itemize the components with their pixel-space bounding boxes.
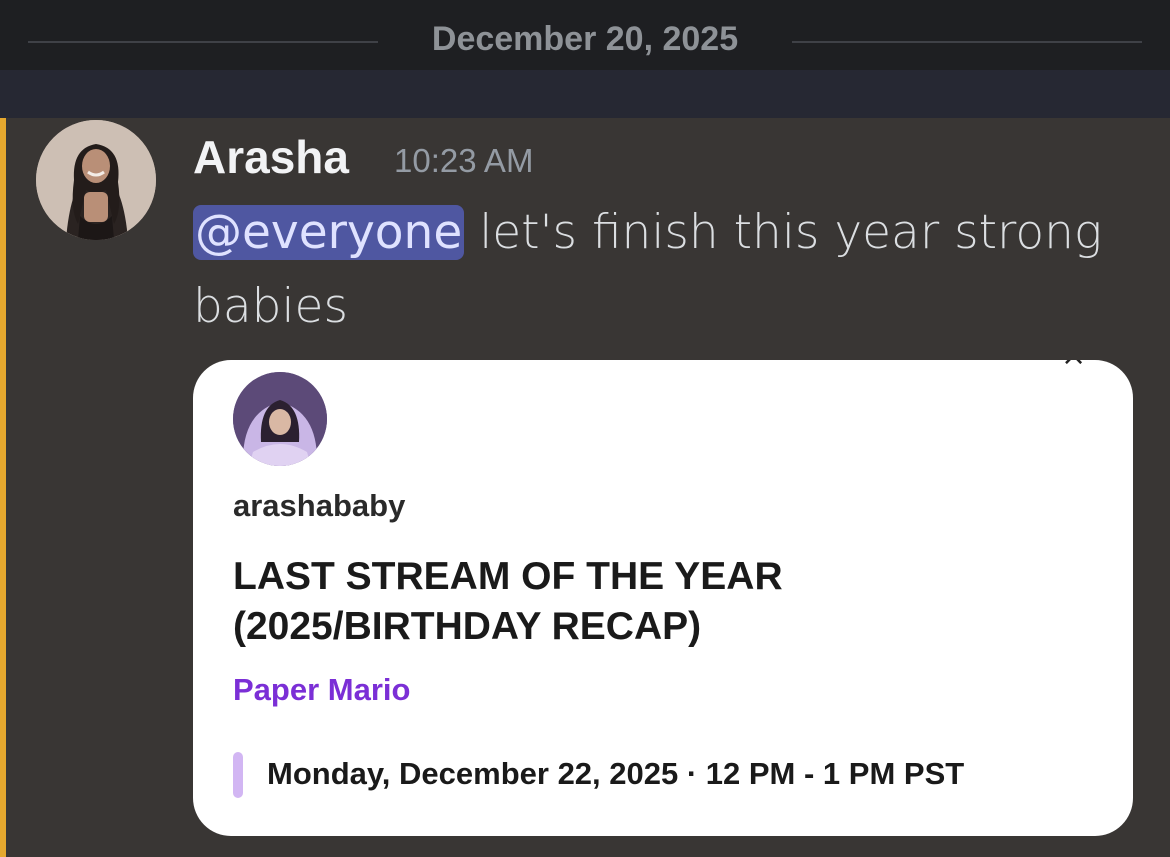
channel-avatar-icon[interactable] (233, 372, 327, 466)
user-avatar-image (36, 120, 156, 240)
message-author[interactable]: Arasha (193, 130, 349, 184)
stream-title: LAST STREAM OF THE YEAR (2025/BIRTHDAY R… (233, 555, 783, 648)
user-avatar-icon[interactable] (36, 120, 156, 240)
stream-schedule: Monday, December 22, 2025 · 12 PM - 1 PM… (267, 756, 965, 791)
everyone-mention[interactable]: @everyone (193, 205, 465, 260)
channel-name[interactable]: arashababy (233, 488, 405, 524)
message-timestamp: 10:23 AM (394, 142, 534, 179)
date-divider: December 20, 2025 (0, 0, 1170, 70)
message-content: @everyone let's finish this year strong … (193, 196, 1143, 344)
date-divider-label: December 20, 2025 (413, 20, 757, 58)
game-link[interactable]: Paper Mario (233, 672, 410, 708)
chat-message[interactable]: Arasha 10:23 AM @everyone let's finish t… (0, 118, 1170, 857)
date-divider-label-wrap: December 20, 2025 (0, 20, 1170, 59)
divider-band (0, 70, 1170, 118)
close-icon[interactable]: × (1061, 360, 1091, 371)
channel-avatar-image (233, 372, 327, 466)
mention-highlight-bar (0, 118, 6, 857)
schedule-accent-bar (233, 752, 243, 798)
stream-event-embed[interactable]: × arashababy LAST STREAM OF THE YEAR (20… (193, 360, 1133, 836)
